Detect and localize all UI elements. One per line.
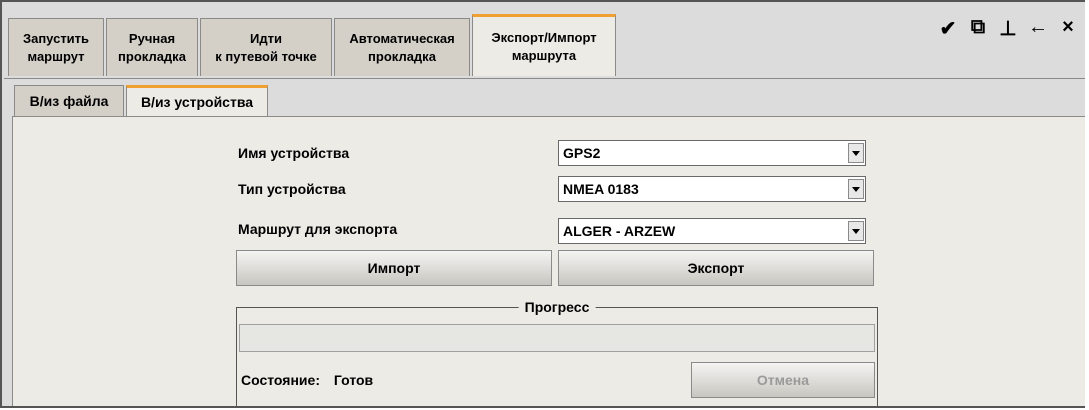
subtab-file[interactable]: В/из файла <box>14 85 124 116</box>
tab-start-route[interactable]: Запустить маршрут <box>8 18 104 76</box>
progress-title: Прогресс <box>518 299 596 315</box>
status-line: Состояние: Готов <box>241 372 383 388</box>
tab-divider <box>4 78 1085 79</box>
chevron-down-icon[interactable] <box>848 179 864 199</box>
window-frame: Запустить маршрут Ручная прокладка Идти … <box>0 0 1085 408</box>
route-value: ALGER - ARZEW <box>563 223 676 239</box>
export-button[interactable]: Экспорт <box>558 250 874 286</box>
window-restore-icon[interactable]: ⧉ <box>967 16 989 41</box>
subtab-device[interactable]: В/из устройства <box>126 85 268 116</box>
status-label: Состояние: <box>241 372 320 388</box>
route-select[interactable]: ALGER - ARZEW <box>558 218 866 244</box>
tab-go-to-waypoint[interactable]: Идти к путевой точке <box>200 18 332 76</box>
close-icon[interactable]: × <box>1057 16 1079 41</box>
device-name-label: Имя устройства <box>238 145 350 161</box>
main-tabs: Запустить маршрут Ручная прокладка Идти … <box>8 14 616 78</box>
device-name-select[interactable]: GPS2 <box>558 140 866 166</box>
progress-bar <box>239 324 875 352</box>
sub-tabs: В/из файла В/из устройства <box>14 85 268 117</box>
cancel-button[interactable]: Отмена <box>691 362 875 398</box>
status-value: Готов <box>333 372 374 388</box>
tab-export-import[interactable]: Экспорт/Импорт маршрута <box>472 14 616 76</box>
chevron-down-icon[interactable] <box>848 221 864 241</box>
device-type-select[interactable]: NMEA 0183 <box>558 176 866 202</box>
window-toolbar: ✔ ⧉ ⊥ ← × <box>937 16 1079 41</box>
device-name-value: GPS2 <box>563 145 601 161</box>
broom-icon[interactable]: ✔ <box>937 16 959 41</box>
import-button[interactable]: Импорт <box>236 250 552 286</box>
tab-manual-route[interactable]: Ручная прокладка <box>106 18 198 76</box>
pin-icon[interactable]: ⊥ <box>997 16 1019 41</box>
route-label: Маршрут для экспорта <box>238 221 398 237</box>
device-type-label: Тип устройства <box>238 181 346 197</box>
tab-auto-route[interactable]: Автоматическая прокладка <box>334 18 470 76</box>
chevron-down-icon[interactable] <box>848 143 864 163</box>
progress-group: Прогресс Состояние: Готов Отмена <box>236 299 878 407</box>
back-arrow-icon[interactable]: ← <box>1027 16 1049 41</box>
device-type-value: NMEA 0183 <box>563 181 639 197</box>
